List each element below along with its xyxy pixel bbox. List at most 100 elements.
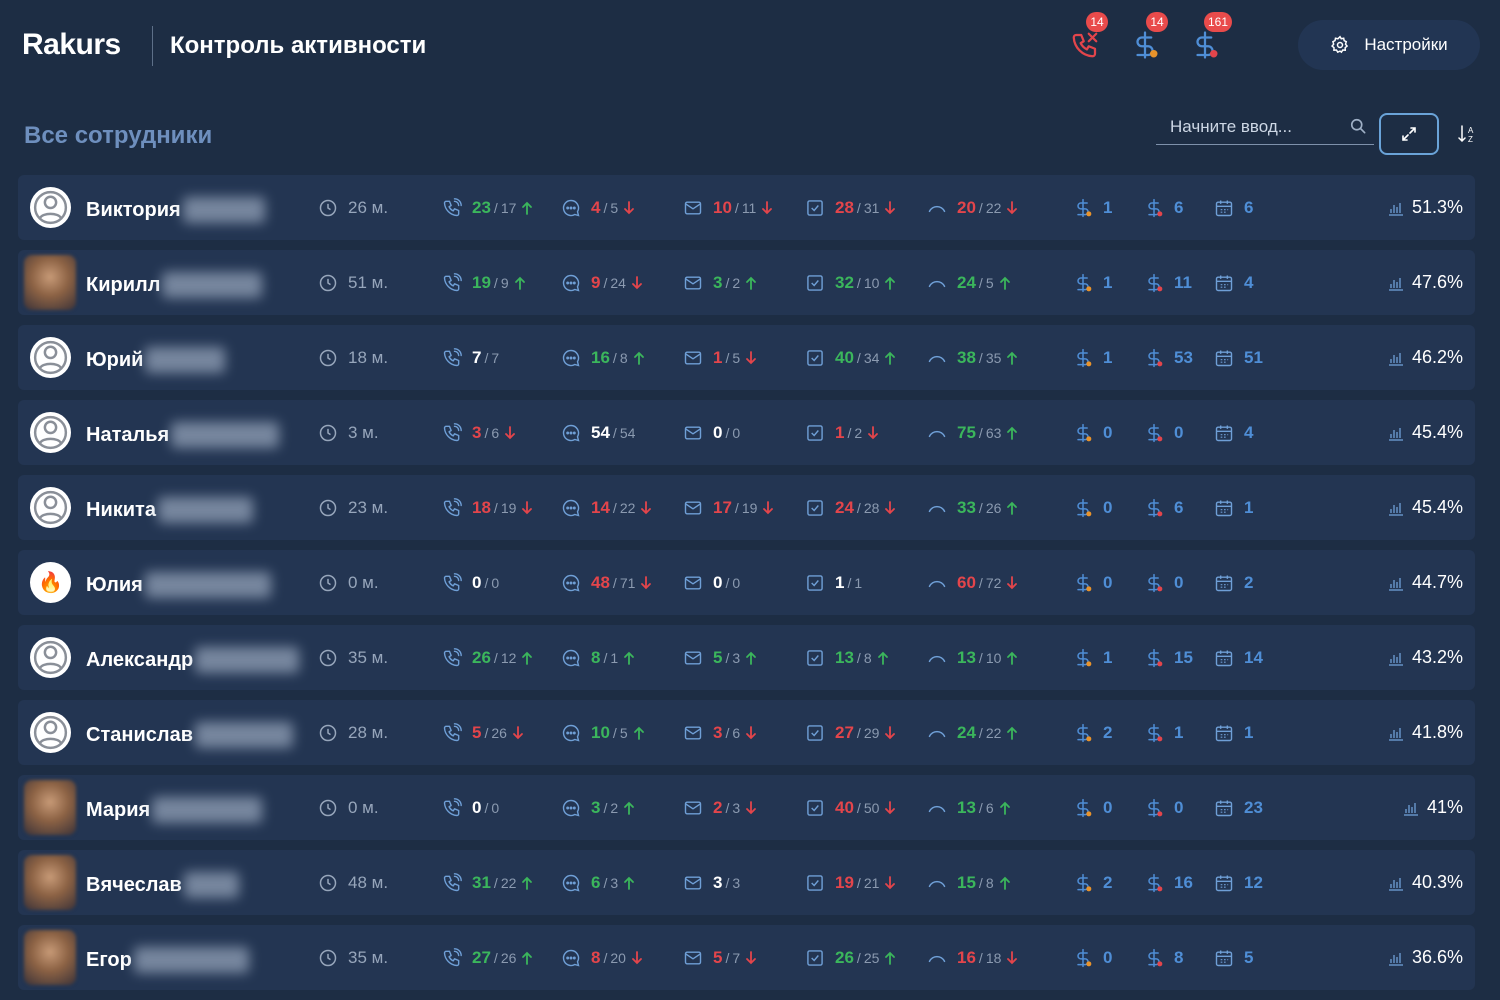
blurred-surname xyxy=(144,572,271,598)
clock-icon xyxy=(319,199,337,216)
phone-icon xyxy=(443,197,462,216)
tasks-stat: 1/2 xyxy=(805,400,879,465)
header-divider xyxy=(152,26,153,66)
phone-icon xyxy=(443,797,462,816)
bar-chart-icon xyxy=(1388,277,1403,291)
sort-button[interactable]: AZ xyxy=(1456,123,1478,145)
payments-orange-count: 0 xyxy=(1073,550,1112,615)
dollar-orange-icon xyxy=(1077,273,1092,292)
payments-red-button[interactable]: 161 xyxy=(1190,12,1233,60)
blurred-surname xyxy=(133,947,249,973)
employee-row[interactable]: Егор 35 м. 27/26 8/20 5/7 26/25 16/18 0 8 5 36.6% xyxy=(18,925,1475,990)
mail-icon xyxy=(684,875,702,890)
dollar-red-icon xyxy=(1148,873,1163,892)
avatar xyxy=(30,412,71,453)
arrow-down-icon xyxy=(746,350,757,364)
dollar-orange-icon xyxy=(1136,31,1158,59)
employee-row[interactable]: Юрий 18 м. 7/7 16/8 1/5 40/34 38/35 1 53 51 46.2% xyxy=(18,325,1475,390)
avatar xyxy=(30,187,71,228)
arrow-down-icon xyxy=(762,200,773,214)
arrow-down-icon xyxy=(641,500,652,514)
arrow-up-icon xyxy=(624,801,635,815)
employee-name: Вячеслав xyxy=(86,872,239,898)
online-time: 18 м. xyxy=(318,325,388,390)
employee-row[interactable]: Станислав 28 м. 5/26 10/5 3/6 27/29 24/22 2 1 1 41… xyxy=(18,700,1475,765)
employee-row[interactable]: Кирилл 51 м. 19/9 9/24 3/2 32/10 24/5 1 11 4 47.6% xyxy=(18,250,1475,315)
clock-icon xyxy=(319,649,337,666)
arrow-down-icon xyxy=(868,425,879,439)
dollar-red-icon xyxy=(1148,798,1163,817)
arrow-up-icon xyxy=(999,801,1010,815)
mail-icon xyxy=(684,650,702,665)
settings-button[interactable]: Настройки xyxy=(1298,20,1480,70)
bar-chart-icon xyxy=(1403,802,1418,816)
bar-chart-icon xyxy=(1388,727,1403,741)
missed-calls-button[interactable]: 14 xyxy=(1070,12,1108,60)
payments-orange-count: 0 xyxy=(1073,475,1112,540)
task-check-icon xyxy=(807,799,823,816)
employee-row[interactable]: Наталья 3 м. 3/6 54/54 0/0 1/2 75/63 0 0 4 45.4% xyxy=(18,400,1475,465)
trend-arc-icon xyxy=(928,355,946,362)
employee-row[interactable]: Мария 0 м. 0/0 3/2 2/3 40/50 13/6 0 0 23 41% xyxy=(18,775,1475,840)
user-icon xyxy=(31,338,70,377)
search-icon[interactable] xyxy=(1348,116,1368,136)
arrow-up-icon xyxy=(1007,726,1018,740)
expand-button[interactable] xyxy=(1379,113,1439,155)
payments-orange-count: 0 xyxy=(1073,400,1112,465)
dollar-orange-icon xyxy=(1077,573,1092,592)
arrow-up-icon xyxy=(1007,501,1018,515)
trend-arc-icon xyxy=(928,280,946,287)
online-time: 3 м. xyxy=(318,400,379,465)
messages-stat: 8/1 xyxy=(561,625,635,690)
blurred-surname xyxy=(152,797,263,823)
employee-row[interactable]: Александр 35 м. 26/12 8/1 5/3 13/8 13/10 1 15 14 4… xyxy=(18,625,1475,690)
activity-stat: 13/6 xyxy=(927,775,1011,840)
activity-stat: 24/5 xyxy=(927,250,1011,315)
employee-row[interactable]: 🔥 Юлия 0 м. 0/0 48/71 0/0 1/1 60/72 0 0 2 44.7% xyxy=(18,550,1475,615)
arrow-up-icon xyxy=(999,276,1010,290)
bar-chart-icon xyxy=(1388,952,1403,966)
employee-name: Виктория xyxy=(86,197,265,223)
online-time: 28 м. xyxy=(318,700,388,765)
employee-name: Станислав xyxy=(86,722,293,748)
tasks-stat: 24/28 xyxy=(805,475,896,540)
task-check-icon xyxy=(807,949,823,966)
events-count: 4 xyxy=(1214,400,1253,465)
chat-icon xyxy=(562,949,580,966)
efficiency-percent: 46.2% xyxy=(1388,325,1463,390)
arrow-down-icon xyxy=(885,200,896,214)
task-check-icon xyxy=(807,574,823,591)
calls-stat: 0/0 xyxy=(442,550,499,615)
list-toolbar: Все сотрудники AZ xyxy=(0,90,1500,172)
calendar-icon xyxy=(1215,650,1233,666)
tasks-stat: 27/29 xyxy=(805,700,896,765)
payments-orange-button[interactable]: 14 xyxy=(1130,12,1168,60)
events-count: 6 xyxy=(1214,175,1253,240)
arrow-up-icon xyxy=(633,351,644,365)
notification-badge: 161 xyxy=(1204,12,1233,32)
events-count: 14 xyxy=(1214,625,1263,690)
payments-orange-count: 1 xyxy=(1073,175,1112,240)
employee-row[interactable]: Виктория 26 м. 23/17 4/5 10/11 28/31 20/22 1 6 6 5… xyxy=(18,175,1475,240)
arrow-down-icon xyxy=(885,500,896,514)
activity-stat: 20/22 xyxy=(927,175,1018,240)
activity-stat: 16/18 xyxy=(927,925,1018,990)
arrow-down-icon xyxy=(885,800,896,814)
efficiency-percent: 51.3% xyxy=(1388,175,1463,240)
svg-text:Z: Z xyxy=(1468,135,1473,144)
calls-stat: 0/0 xyxy=(442,775,499,840)
employee-name: Юлия xyxy=(86,572,271,598)
dollar-red-icon xyxy=(1148,348,1163,367)
trend-arc-icon xyxy=(928,880,946,887)
efficiency-percent: 40.3% xyxy=(1388,850,1463,915)
chat-icon xyxy=(562,799,580,816)
search-input[interactable] xyxy=(1156,110,1352,144)
blurred-surname xyxy=(183,872,239,898)
employee-row[interactable]: Никита 23 м. 18/19 14/22 17/19 24/28 33/26 0 6 1 4… xyxy=(18,475,1475,540)
employee-row[interactable]: Вячеслав 48 м. 31/22 6/3 3/3 19/21 15/8 2 16 12 40… xyxy=(18,850,1475,915)
payments-red-count: 0 xyxy=(1144,775,1183,840)
arrow-down-icon xyxy=(746,800,757,814)
emails-stat: 0/0 xyxy=(683,400,740,465)
sort-icon: AZ xyxy=(1458,125,1474,144)
arrow-down-icon xyxy=(632,950,642,964)
